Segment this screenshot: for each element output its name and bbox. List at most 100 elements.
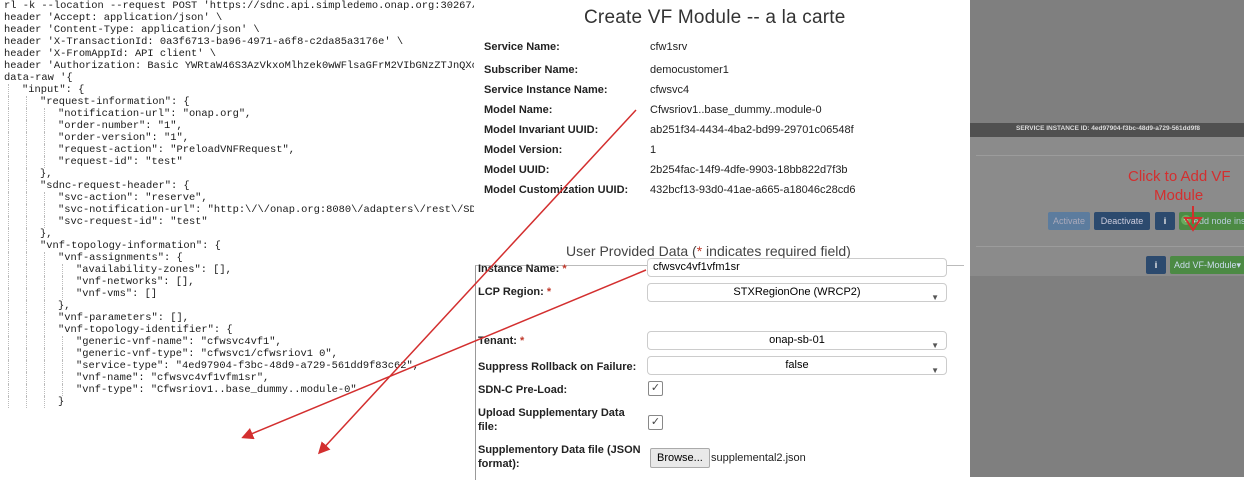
code-line: }, [0,228,474,240]
suppress-rollback-value: false [785,359,809,371]
indent-guide [26,204,27,216]
code-line: "vnf-parameters": [], [0,312,474,324]
indent-guide [44,216,45,228]
indent-guide [8,156,9,168]
code-line: "svc-action": "reserve", [0,192,474,204]
info-value: 432bcf13-93d0-41ae-a665-a18046c28cd6 [650,184,856,196]
info-value: democustomer1 [650,64,729,76]
add-node-instance-button[interactable]: +Add node insta [1179,212,1244,230]
code-line-text: "vnf-name": "cfwsvc4vf1vfm1sr", [76,372,270,384]
instance-name-label-text: Instance Name: [478,263,560,275]
info-icon[interactable]: i [1146,256,1166,274]
indent-guide [26,276,27,288]
indent-guide [8,228,9,240]
code-line-text: "order-version": "1", [58,132,189,144]
info-value: 1 [650,144,657,156]
info-value: cfwsvc4 [650,84,690,96]
code-line-text: "vnf-assignments": { [58,252,183,264]
code-line-text: "vnf-vms": [] [76,288,158,300]
info-label: Model Invariant UUID: [484,124,599,136]
indent-guide [26,192,27,204]
indent-guide [8,180,9,192]
indent-guide [44,144,45,156]
lcp-region-value: STXRegionOne (WRCP2) [733,286,861,298]
code-line-text: "svc-request-id": "test" [58,216,208,228]
lcp-region-label: LCP Region: * [478,285,551,299]
indent-guide [62,264,63,276]
indent-guide [26,216,27,228]
code-line: "vnf-topology-identifier": { [0,324,474,336]
supplementary-file-label: Supplementory Data file (JSON format): [478,443,641,471]
indent-guide [44,372,45,384]
code-line-text: "vnf-parameters": [], [58,312,189,324]
code-line-text: "request-action": "PreloadVNFRequest", [58,144,295,156]
add-vf-module-button[interactable]: Add VF-Module▾ [1170,256,1244,274]
indent-guide [8,108,9,120]
code-line: "request-id": "test" [0,156,474,168]
code-line: "order-number": "1", [0,120,474,132]
info-label: Service Instance Name: [484,84,608,96]
code-line: "vnf-topology-information": { [0,240,474,252]
indent-guide [44,252,45,264]
code-line: data-raw '{ [0,72,474,84]
indent-guide [8,300,9,312]
lcp-region-label-text: LCP Region: [478,286,544,298]
indent-guide [8,216,9,228]
service-instance-id: SERVICE INSTANCE ID: 4ed97904-f3bc-48d9-… [1016,125,1200,132]
indent-guide [44,288,45,300]
code-line-text: header 'X-FromAppId: API client' \ [4,48,217,60]
code-line-text: }, [40,168,53,180]
code-line-text: header 'Authorization: Basic YWRtaW46S3A… [4,60,474,72]
indent-guide [62,276,63,288]
suppress-rollback-label: Suppress Rollback on Failure: [478,361,637,373]
indent-guide [8,84,9,96]
heading-suffix: indicates required field) [702,243,851,259]
code-line-text: "svc-action": "reserve", [58,192,208,204]
indent-guide [26,132,27,144]
info-value: Cfwsriov1..base_dummy..module-0 [650,104,822,116]
activate-button[interactable]: Activate [1048,212,1090,230]
instance-name-label: Instance Name: * [478,262,567,276]
code-line: "generic-vnf-type": "cfwsvc1/cfwsriov1 0… [0,348,474,360]
instance-name-input[interactable]: cfwsvc4vf1vfm1sr [647,258,947,277]
indent-guide [8,396,9,408]
code-line-text: "generic-vnf-type": "cfwsvc1/cfwsriov1 0… [76,348,338,360]
supplementary-file-label-line1: Supplementory Data file (JSON [478,444,641,456]
suppress-rollback-select[interactable]: false ▼ [647,356,947,375]
info-icon[interactable]: i [1155,212,1175,230]
indent-guide [8,288,9,300]
indent-guide [44,360,45,372]
code-line: header 'X-TransactionId: 0a3f6713-ba96-4… [0,36,474,48]
indent-guide [62,372,63,384]
upload-supplementary-label-line2: file: [478,421,498,433]
deactivate-button[interactable]: Deactivate [1094,212,1150,230]
code-line-text: header 'X-TransactionId: 0a3f6713-ba96-4… [4,36,404,48]
code-line: "sdnc-request-header": { [0,180,474,192]
indent-guide [8,372,9,384]
indent-guide [44,336,45,348]
indent-guide [8,312,9,324]
upload-supplementary-checkbox[interactable]: ✓ [648,415,663,430]
code-line: "vnf-networks": [], [0,276,474,288]
code-line: }, [0,168,474,180]
tenant-select[interactable]: onap-sb-01 ▼ [647,331,947,350]
required-star: * [519,335,525,347]
indent-guide [44,120,45,132]
lcp-region-select[interactable]: STXRegionOne (WRCP2) ▼ [647,283,947,302]
code-line: "request-information": { [0,96,474,108]
info-label: Subscriber Name: [484,64,579,76]
browse-button[interactable]: Browse... [650,448,710,468]
indent-guide [44,396,45,408]
code-line-text: "order-number": "1", [58,120,183,132]
code-line: "notification-url": "onap.org", [0,108,474,120]
code-line: "vnf-vms": [] [0,288,474,300]
indent-guide [26,300,27,312]
indent-guide [44,108,45,120]
upload-supplementary-label: Upload Supplementary Data file: [478,406,625,434]
sdnc-preload-checkbox[interactable]: ✓ [648,381,663,396]
divider [976,246,1244,247]
page-title: Create VF Module -- a la carte [584,7,846,28]
selected-filename: supplemental2.json [711,452,806,464]
code-line: }, [0,300,474,312]
code-line: } [0,396,474,408]
